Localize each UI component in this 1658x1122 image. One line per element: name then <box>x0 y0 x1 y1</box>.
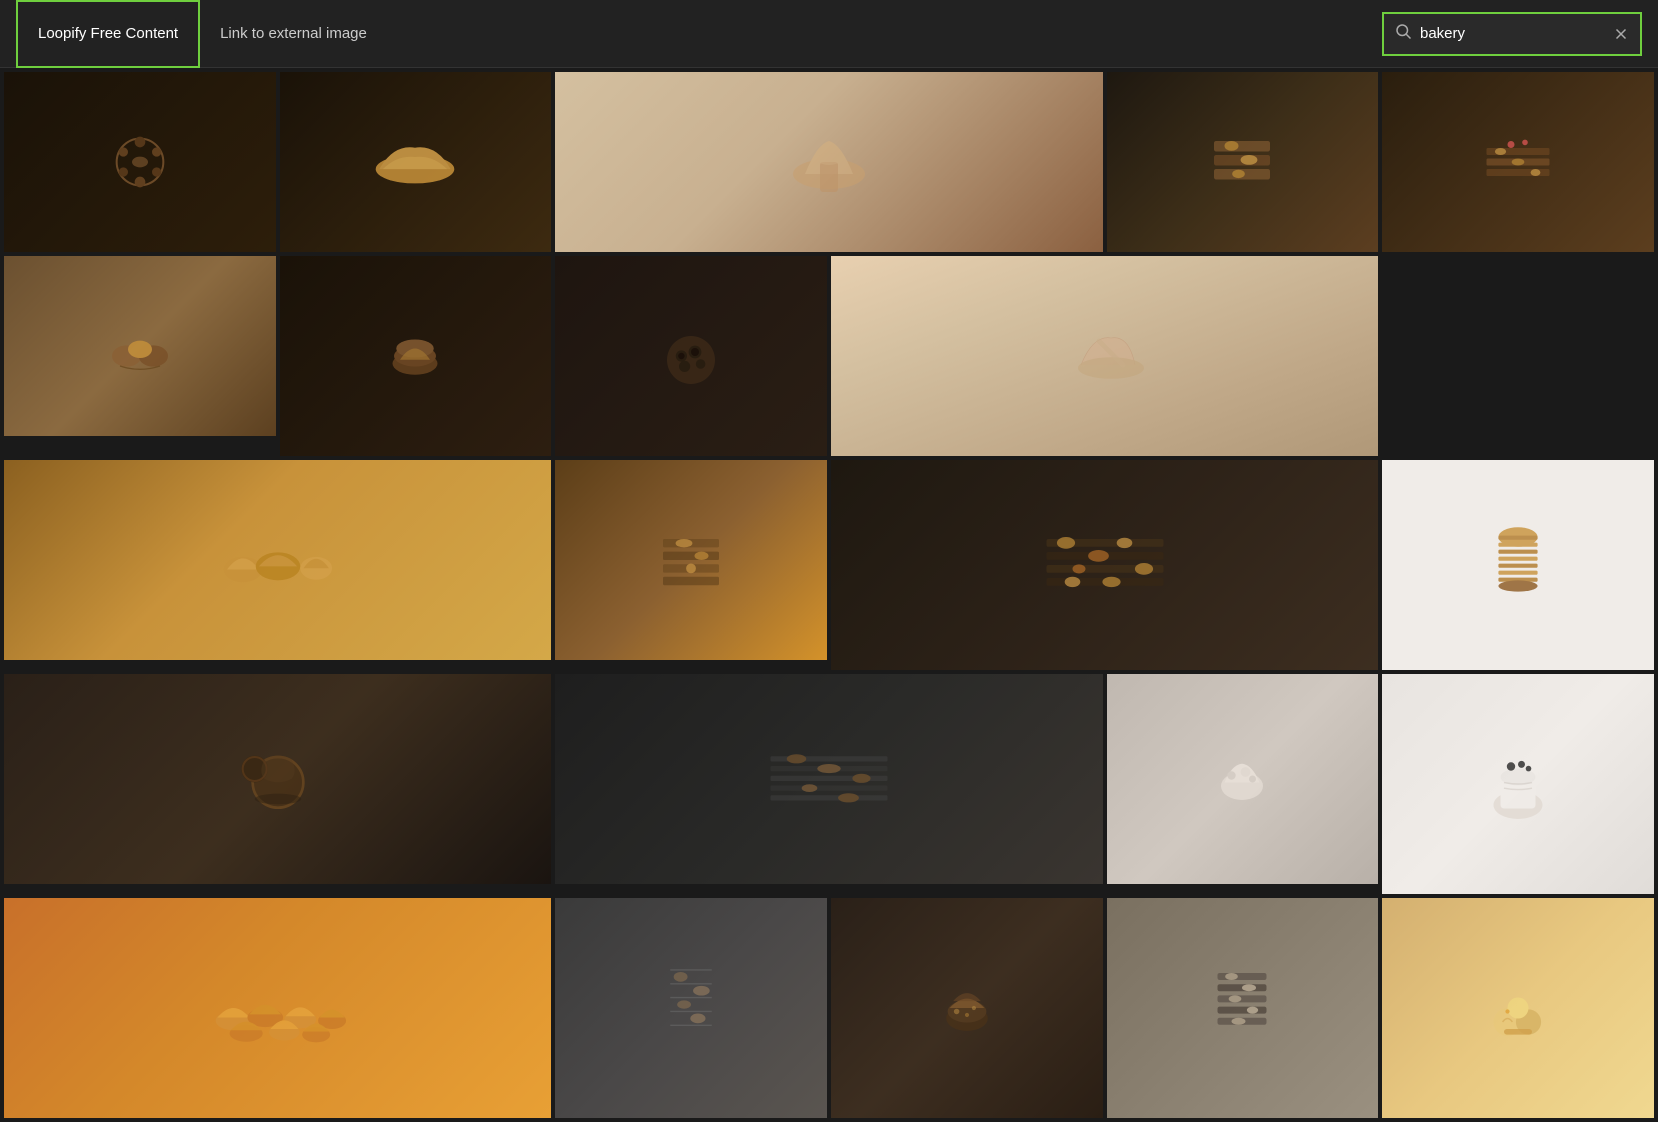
image-item[interactable] <box>1107 72 1379 252</box>
search-input[interactable] <box>1420 25 1612 42</box>
image-item[interactable] <box>4 898 551 1118</box>
image-item[interactable] <box>1382 460 1654 670</box>
image-item[interactable] <box>280 72 552 252</box>
tab-external-image[interactable]: Link to external image <box>200 0 387 68</box>
image-item[interactable] <box>1382 674 1654 894</box>
image-item[interactable] <box>1382 898 1654 1118</box>
image-grid <box>0 68 1658 1122</box>
image-item[interactable] <box>555 460 827 660</box>
image-item[interactable] <box>4 256 276 436</box>
image-item[interactable] <box>831 460 1378 670</box>
search-icon <box>1394 22 1412 45</box>
header: Loopify Free Content Link to external im… <box>0 0 1658 68</box>
image-item[interactable] <box>831 898 1103 1118</box>
search-clear-button[interactable] <box>1612 25 1630 43</box>
image-item[interactable] <box>280 256 552 456</box>
image-item[interactable] <box>555 674 1102 884</box>
image-item[interactable] <box>4 674 551 884</box>
tab-loopify-content[interactable]: Loopify Free Content <box>16 0 200 68</box>
image-item[interactable] <box>1107 898 1379 1118</box>
search-bar <box>1382 12 1642 56</box>
image-item[interactable] <box>831 256 1378 456</box>
image-item[interactable] <box>555 72 1102 252</box>
image-item[interactable] <box>4 460 551 660</box>
image-item[interactable] <box>555 256 827 456</box>
image-item[interactable] <box>555 898 827 1118</box>
image-item[interactable] <box>4 72 276 252</box>
image-item[interactable] <box>1382 72 1654 252</box>
image-item[interactable] <box>1107 674 1379 884</box>
